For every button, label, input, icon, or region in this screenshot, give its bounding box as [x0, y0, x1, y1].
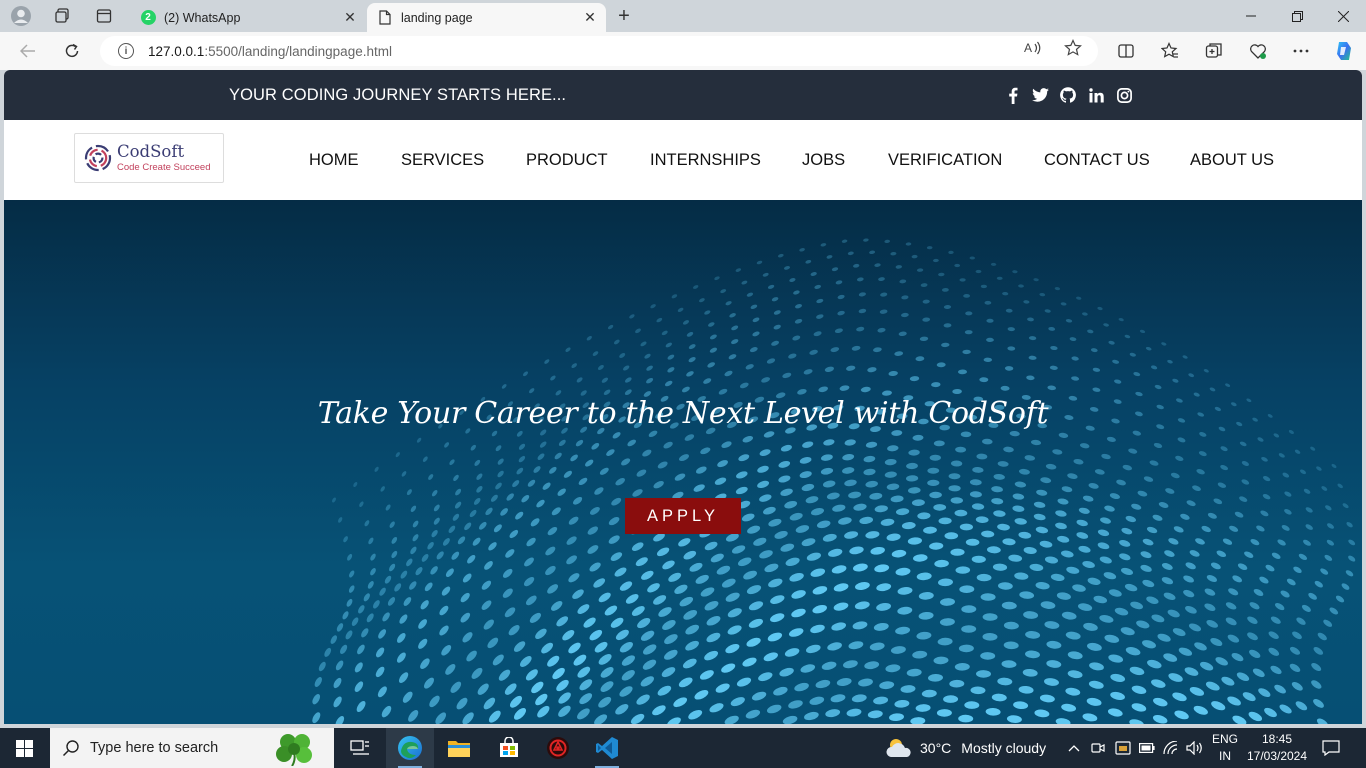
site-header: CodSoft Code Create Succeed HOME SERVICE…: [4, 120, 1362, 200]
apply-button[interactable]: APPLY: [625, 498, 741, 534]
microsoft-store-icon[interactable]: [485, 728, 533, 768]
codsoft-logo-mark: [84, 144, 112, 172]
workspaces-icon[interactable]: [47, 4, 77, 28]
linkedin-icon[interactable]: [1086, 85, 1106, 105]
nav-internships[interactable]: INTERNSHIPS: [650, 151, 761, 170]
page-viewport: YOUR CODING JOURNEY STARTS HERE... CodSo…: [4, 70, 1362, 724]
twitter-icon[interactable]: [1030, 85, 1050, 105]
refresh-button[interactable]: [57, 37, 87, 65]
close-tab-icon[interactable]: ✕: [342, 9, 358, 26]
codsoft-logo[interactable]: CodSoft Code Create Succeed: [74, 133, 224, 183]
nav-jobs[interactable]: JOBS: [802, 151, 845, 170]
favorites-icon[interactable]: [1159, 41, 1181, 61]
taskbar-search[interactable]: Type here to search: [50, 728, 334, 768]
weather-temp: 30°C: [920, 740, 952, 756]
volume-icon[interactable]: [1186, 728, 1204, 768]
read-aloud-icon[interactable]: A: [1024, 39, 1042, 57]
tab-title: landing page: [401, 10, 473, 25]
top-bar: YOUR CODING JOURNEY STARTS HERE...: [4, 70, 1362, 120]
copilot-icon[interactable]: [1332, 39, 1356, 63]
windows-taskbar: Type here to search 30°C Mostly cloudy E…: [0, 728, 1366, 768]
hero-background-dots: [312, 238, 1356, 724]
split-screen-icon[interactable]: [1115, 41, 1137, 61]
weather-widget[interactable]: 30°C Mostly cloudy: [885, 728, 1046, 768]
nav-services[interactable]: SERVICES: [401, 151, 484, 170]
site-info-icon[interactable]: i: [118, 43, 134, 59]
logo-name: CodSoft: [117, 142, 185, 161]
logo-subtitle: Code Create Succeed: [117, 161, 211, 173]
minimize-button[interactable]: [1228, 0, 1274, 32]
address-bar[interactable]: i 127.0.0.1:5500/landing/landingpage.htm…: [100, 36, 1098, 66]
nav-verification[interactable]: VERIFICATION: [888, 151, 1002, 170]
close-window-button[interactable]: [1320, 0, 1366, 32]
browser-toolbar: i 127.0.0.1:5500/landing/landingpage.htm…: [0, 32, 1366, 70]
browser-essentials-icon[interactable]: [1247, 41, 1269, 61]
restore-button[interactable]: [1274, 0, 1320, 32]
task-view-icon[interactable]: [336, 728, 384, 768]
clock-date: 17/03/2024: [1246, 749, 1308, 763]
tab-title: (2) WhatsApp: [164, 10, 241, 25]
edge-icon[interactable]: [386, 728, 434, 768]
wifi-icon[interactable]: [1163, 728, 1179, 768]
github-icon[interactable]: [1058, 85, 1078, 105]
back-button[interactable]: [13, 37, 43, 65]
close-tab-icon[interactable]: ✕: [582, 9, 598, 26]
hero-section: Take Your Career to the Next Level with …: [4, 200, 1362, 724]
page-icon: [377, 10, 393, 26]
nav-about-us[interactable]: ABOUT US: [1190, 151, 1274, 170]
clover-icon: [276, 734, 312, 766]
browser-tab-strip: 2 (2) WhatsApp ✕ landing page ✕ +: [0, 0, 1366, 32]
file-explorer-icon[interactable]: [435, 728, 483, 768]
tagline: YOUR CODING JOURNEY STARTS HERE...: [229, 86, 567, 104]
collections-icon[interactable]: [1203, 41, 1225, 61]
security-app-icon[interactable]: [534, 728, 582, 768]
tab-landing-page[interactable]: landing page ✕: [367, 3, 606, 32]
profile-icon[interactable]: [8, 4, 34, 28]
tab-actions-icon[interactable]: [89, 4, 119, 28]
vscode-icon[interactable]: [583, 728, 631, 768]
weather-desc: Mostly cloudy: [961, 740, 1047, 756]
notifications-icon[interactable]: [1322, 728, 1340, 768]
meet-now-icon[interactable]: [1091, 728, 1105, 768]
svg-text:A: A: [1024, 41, 1032, 55]
whatsapp-icon: 2: [140, 10, 156, 26]
clock[interactable]: 18:45 17/03/2024: [1244, 731, 1310, 765]
tab-whatsapp[interactable]: 2 (2) WhatsApp ✕: [130, 3, 366, 32]
nav-home[interactable]: HOME: [309, 151, 359, 170]
search-placeholder: Type here to search: [90, 740, 219, 756]
input-language[interactable]: ENG IN: [1208, 731, 1242, 765]
notification-app-icon[interactable]: [1115, 728, 1131, 768]
more-options-icon[interactable]: [1290, 41, 1312, 61]
search-icon: [62, 740, 79, 757]
show-hidden-icons[interactable]: [1068, 728, 1080, 768]
favorite-star-icon[interactable]: [1064, 39, 1082, 57]
url-text[interactable]: 127.0.0.1:5500/landing/landingpage.html: [148, 44, 392, 59]
battery-icon[interactable]: [1139, 728, 1155, 768]
clock-time: 18:45: [1261, 732, 1293, 746]
facebook-icon[interactable]: [1003, 85, 1023, 105]
nav-product[interactable]: PRODUCT: [526, 151, 608, 170]
instagram-icon[interactable]: [1114, 85, 1134, 105]
new-tab-button[interactable]: +: [610, 4, 638, 28]
hero-headline: Take Your Career to the Next Level with …: [317, 396, 1049, 431]
windows-start-icon[interactable]: [0, 728, 48, 768]
nav-contact-us[interactable]: CONTACT US: [1044, 151, 1150, 170]
cloud-sun-icon: [886, 739, 911, 757]
